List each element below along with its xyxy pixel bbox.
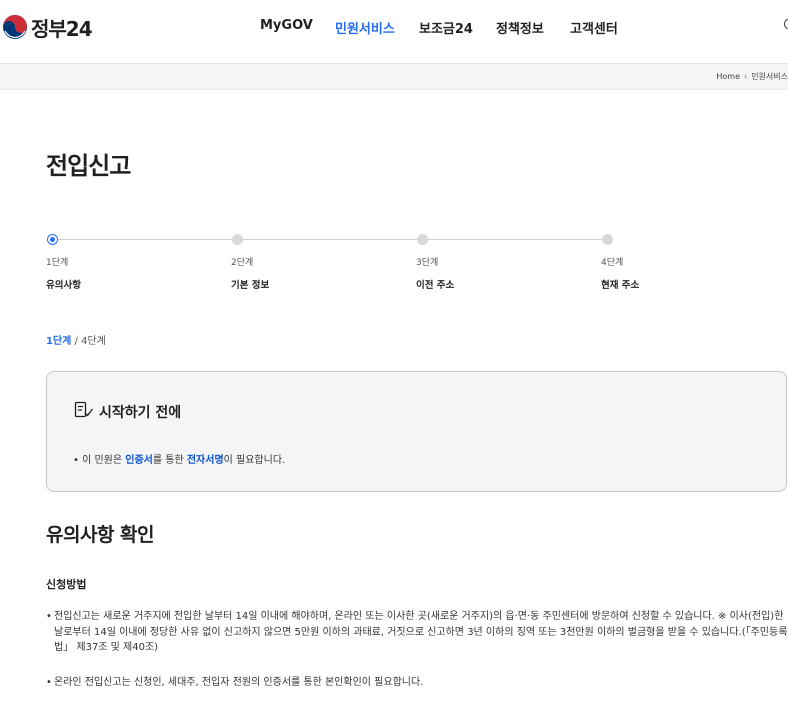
checklist-icon	[74, 401, 94, 418]
highlight-certificate: 인증서	[125, 455, 153, 466]
taegeuk-logo-icon	[3, 15, 27, 39]
notice-bullet: 온라인 전입신고는 신청인, 세대주, 전입자 전원의 인증서를 통한 본인확인…	[46, 675, 788, 691]
step-name: 현재 주소	[601, 280, 640, 291]
notice-text-part: 이 민원은	[82, 455, 126, 466]
notice-box: 시작하기 전에 • 이 민원은 인증서를 통한 전자서명이 필요합니다.	[46, 371, 787, 492]
search-icon[interactable]	[784, 19, 788, 29]
logo-text: 정부24	[31, 16, 93, 41]
page-title: 전입신고	[46, 152, 131, 180]
step-counter-current: 1단계	[46, 336, 72, 347]
step-number: 2단계	[231, 258, 254, 268]
step-dot-current	[47, 234, 58, 245]
step-dot	[417, 234, 428, 245]
breadcrumb-home[interactable]: Home	[716, 72, 740, 81]
notice-bullet: 전입신고는 새로운 거주지에 전입한 날부터 14일 이내에 해야하며, 온라인…	[46, 609, 788, 656]
site-header: 정부24 MyGOV 민원서비스 보조금24 정책정보 고객센터	[0, 0, 788, 64]
section-title: 유의사항 확인	[46, 524, 155, 546]
notice-title: 시작하기 전에	[99, 405, 182, 421]
step-name: 이전 주소	[416, 280, 455, 291]
step-number: 1단계	[46, 258, 69, 268]
step-name: 기본 정보	[231, 280, 270, 291]
nav-item-civil-service[interactable]: 민원서비스	[335, 18, 395, 37]
step-number: 4단계	[601, 258, 624, 268]
breadcrumb: Home › 민원서비스	[716, 71, 788, 82]
step-line	[52, 239, 607, 240]
step-dot	[232, 234, 243, 245]
breadcrumb-current[interactable]: 민원서비스	[751, 71, 788, 82]
nav-item-mygov[interactable]: MyGOV	[260, 18, 313, 33]
highlight-e-signature: 전자서명	[186, 455, 224, 466]
step-indicator: 1단계 유의사항 2단계 기본 정보 3단계 이전 주소 4단계 현재 주소	[0, 230, 788, 300]
nav-item-subsidy[interactable]: 보조금24	[419, 18, 473, 37]
bullet-dot: •	[73, 455, 79, 466]
section-subtitle: 신청방법	[46, 578, 87, 591]
step-counter-total: / 4단계	[74, 336, 106, 347]
notice-text: • 이 민원은 인증서를 통한 전자서명이 필요합니다.	[73, 451, 285, 466]
logo[interactable]: 정부24	[2, 12, 93, 42]
step-name: 유의사항	[46, 280, 81, 291]
step-dot	[602, 234, 613, 245]
step-counter: 1단계 / 4단계	[46, 332, 106, 347]
breadcrumb-bar: Home › 민원서비스	[0, 64, 788, 90]
chevron-right-icon: ›	[743, 72, 748, 81]
step-number: 3단계	[416, 258, 439, 268]
notice-text-part: 이 필요합니다.	[223, 455, 286, 466]
notice-text-part: 를 통한	[152, 455, 187, 466]
nav-item-customer-center[interactable]: 고객센터	[570, 18, 618, 37]
nav-item-policy[interactable]: 정책정보	[496, 18, 544, 37]
